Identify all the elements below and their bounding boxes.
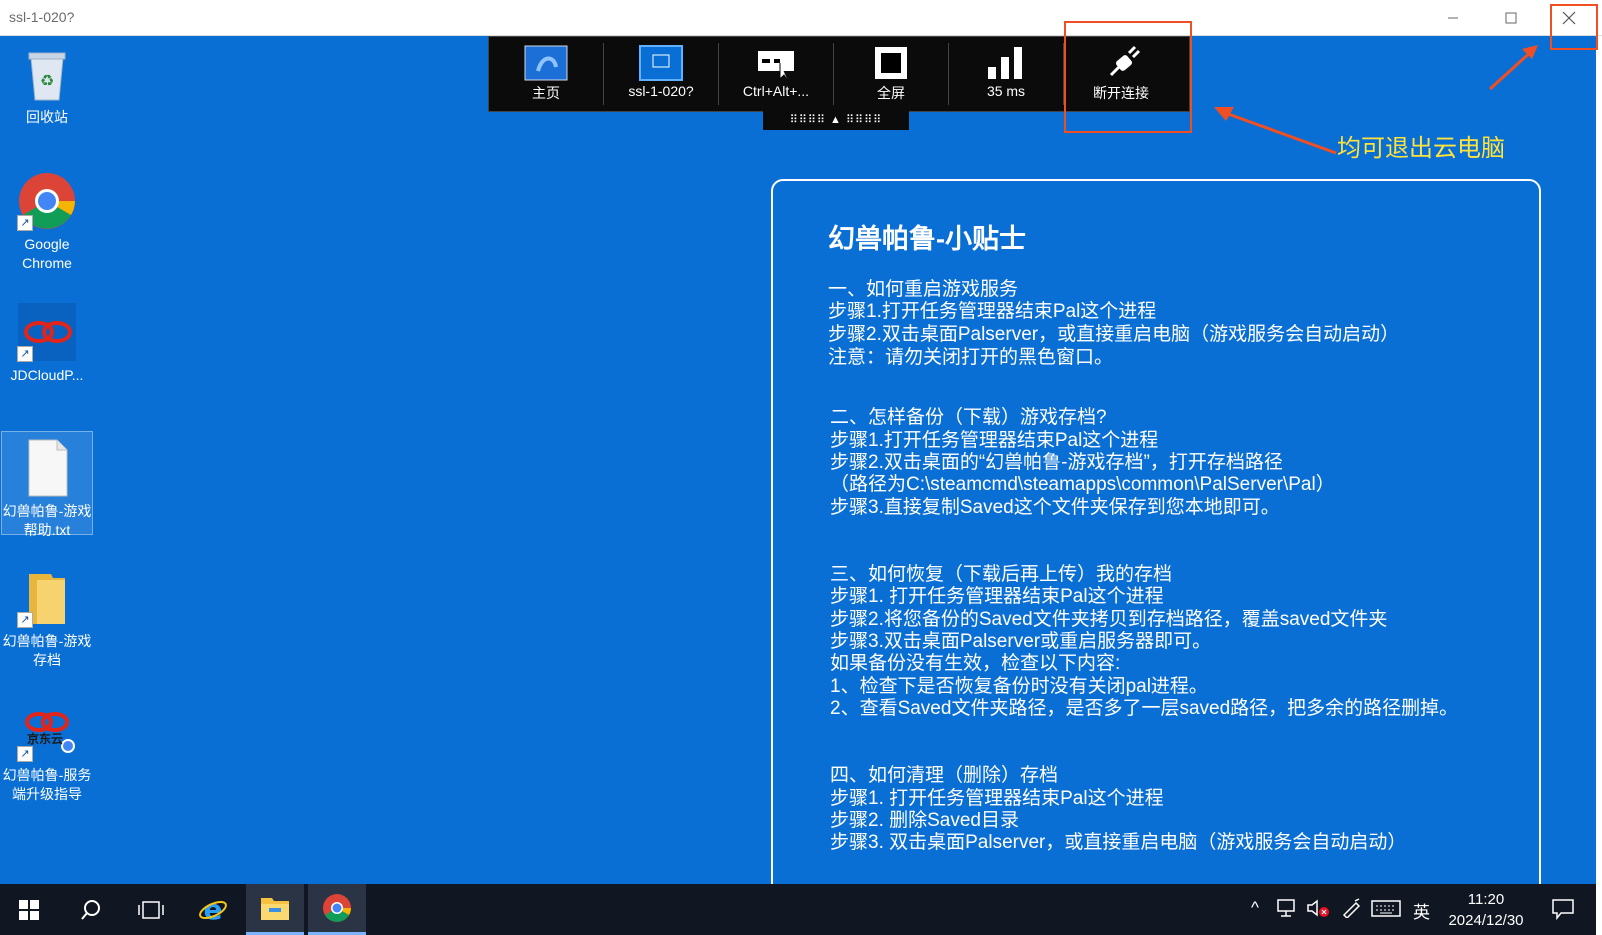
tray-overflow-button[interactable]: ^	[1251, 898, 1259, 918]
tips-line: 注意：请勿关闭打开的黑色窗口。	[828, 347, 1114, 368]
task-view-icon	[138, 900, 164, 919]
desktop-icon-label: Google Chrome	[22, 236, 72, 271]
tray-keyboard[interactable]	[1371, 898, 1401, 923]
maximize-icon	[1505, 12, 1517, 23]
taskbar-app-file-explorer[interactable]	[246, 884, 304, 935]
toolbar-label: ssl-1-020?	[628, 83, 694, 99]
desktop-icon-help-txt[interactable]: 幻兽帕鲁-游戏帮助.txt	[1, 431, 93, 538]
toolbar-home-button[interactable]: 主页	[489, 37, 603, 111]
desktop-icon-label: 幻兽帕鲁-服务端升级指导	[2, 767, 92, 802]
tips-line: 2、查看Saved文件夹路径，是否多了一层saved路径，把多余的路径删掉。	[830, 698, 1459, 719]
remote-desktop: ♻ 回收站 ↗ Google Chrome ↗ JDCloudP... 幻兽帕鲁…	[0, 36, 1596, 904]
pen-icon	[1342, 898, 1361, 920]
desktop-icon-google-chrome[interactable]: ↗ Google Chrome	[2, 171, 92, 273]
toolbar-label: 全屏	[877, 85, 905, 101]
tray-volume[interactable]	[1306, 898, 1330, 923]
shortcut-arrow-icon: ↗	[17, 612, 33, 628]
touch-keyboard-icon	[1371, 900, 1401, 917]
volume-muted-icon	[1307, 899, 1329, 917]
tray-pen[interactable]	[1341, 898, 1363, 923]
tray-ime[interactable]: 英	[1413, 898, 1430, 923]
toolbar-latency-indicator[interactable]: 35 ms	[949, 37, 1063, 111]
minimize-icon	[1448, 17, 1458, 18]
toolbar-fullscreen-button[interactable]: 全屏	[834, 37, 948, 111]
toolbar-label: 35 ms	[986, 83, 1026, 99]
shortcut-arrow-icon: ↗	[17, 215, 33, 231]
jdcloud-shortcut-icon: 京东云 ↗	[17, 702, 77, 762]
text-file-icon	[17, 438, 77, 498]
file-explorer-icon	[261, 898, 289, 920]
desktop-icon-label: 幻兽帕鲁-游戏帮助.txt	[2, 503, 92, 538]
toolbar-session-button[interactable]: ssl-1-020?	[604, 37, 718, 111]
clock-date: 2024/12/30	[1448, 912, 1524, 929]
tray-network[interactable]	[1276, 898, 1298, 923]
minimize-button[interactable]	[1424, 0, 1482, 35]
annotation-arrows	[1214, 45, 1538, 155]
fullscreen-icon	[869, 45, 913, 81]
desktop-icon-upgrade-guide[interactable]: 京东云 ↗ 幻兽帕鲁-服务端升级指导	[2, 702, 92, 804]
toolbar-ctrl-alt-button[interactable]: Ctrl+Alt+...	[719, 37, 833, 111]
desktop-icon-recycle-bin[interactable]: ♻ 回收站	[2, 44, 92, 127]
maximize-button[interactable]	[1482, 0, 1540, 35]
search-icon	[81, 899, 100, 920]
tray-clock[interactable]: 11:20 2024/12/30	[1436, 889, 1536, 931]
desktop-icon-label: 幻兽帕鲁-游戏存档	[2, 633, 92, 668]
toolbar-label: Ctrl+Alt+...	[742, 83, 810, 99]
taskbar-app-ie[interactable]: e	[184, 884, 242, 935]
desktop-icon-jdcloud[interactable]: ↗ JDCloudP...	[2, 302, 92, 385]
search-button[interactable]	[62, 884, 120, 935]
highlight-disconnect	[1064, 21, 1192, 133]
recycle-bin-icon: ♻	[17, 44, 77, 104]
taskbar-app-chrome[interactable]	[308, 884, 366, 935]
chrome-icon	[323, 894, 351, 922]
network-icon	[1277, 899, 1295, 917]
remote-desktop-icon	[639, 45, 683, 81]
window-edge	[1596, 36, 1602, 935]
action-center-button[interactable]	[1551, 898, 1575, 925]
windows-start-icon	[19, 899, 39, 920]
internet-explorer-icon: e	[199, 895, 227, 925]
svg-text:♻: ♻	[40, 71, 54, 90]
jdcloud-icon: ↗	[17, 302, 77, 362]
signal-icon	[984, 45, 1028, 81]
toolbar-label: 主页	[532, 85, 560, 101]
home-icon	[524, 45, 568, 81]
tips-title: 幻兽帕鲁-小贴士	[828, 224, 1026, 254]
desktop-icon-save-folder[interactable]: ↗ 幻兽帕鲁-游戏存档	[2, 568, 92, 670]
tips-line: 步骤3. 双击桌面Palserver，或直接重启电脑（游戏服务会自动启动）	[830, 832, 1407, 853]
tips-panel: 幻兽帕鲁-小贴士 一、如何重启游戏服务 步骤1.打开任务管理器结束Pal这个进程…	[771, 179, 1541, 904]
task-view-button[interactable]	[122, 884, 180, 935]
desktop-icon-label: JDCloudP...	[10, 367, 84, 383]
desktop-icon-label: 回收站	[26, 109, 68, 125]
start-button[interactable]	[0, 884, 58, 935]
notification-icon	[1552, 899, 1574, 921]
folder-icon: ↗	[17, 568, 77, 628]
shortcut-arrow-icon: ↗	[17, 346, 33, 362]
taskbar: e ^ 英 11:20 2024/12/30	[0, 884, 1596, 935]
highlight-close	[1550, 4, 1598, 50]
keyboard-shortcut-icon	[754, 45, 798, 82]
chrome-icon: ↗	[17, 171, 77, 231]
tips-line: 步骤3.直接复制Saved这个文件夹保存到您本地即可。	[830, 497, 1280, 518]
toolbar-collapse-handle[interactable]: ⠿⠿⠿⠿ ▲ ⠿⠿⠿⠿	[763, 110, 909, 130]
svg-text:e: e	[204, 895, 223, 925]
window-titlebar: ssl-1-020?	[0, 0, 1602, 36]
clock-time: 11:20	[1467, 891, 1505, 908]
shortcut-arrow-icon: ↗	[17, 746, 33, 762]
window-title: ssl-1-020?	[9, 9, 75, 25]
